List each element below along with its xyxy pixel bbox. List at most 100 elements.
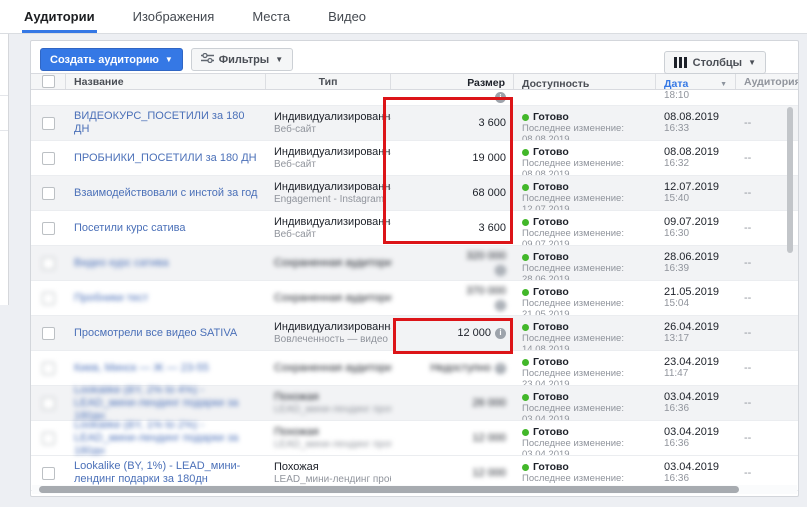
audience-name-link[interactable]: Lookalike (BY, 2% to 4%) - LEAD_мини-лен… bbox=[74, 386, 258, 420]
column-header-type[interactable]: Тип bbox=[266, 74, 391, 89]
status-badge: Готово bbox=[522, 461, 648, 473]
created-time: 15:04 bbox=[664, 298, 690, 309]
last-change-label: Последнее изменение: bbox=[522, 298, 624, 309]
audience-subtype: Веб-сайт bbox=[274, 228, 316, 240]
row-checkbox[interactable] bbox=[42, 186, 55, 200]
status-dot-icon bbox=[522, 358, 529, 366]
info-icon[interactable]: i bbox=[495, 92, 506, 103]
audience-subtype: Веб-сайт bbox=[274, 158, 316, 170]
last-change-label: Последнее изменение: bbox=[522, 228, 624, 239]
last-change-date: 03.04.2019 bbox=[522, 449, 570, 455]
audience-type: Индивидуализированная ... bbox=[274, 180, 391, 193]
status-dot-icon bbox=[522, 393, 529, 401]
audience-name-link[interactable]: Lookalike (BY, 1% to 2%) - LEAD_мини-лен… bbox=[74, 421, 258, 455]
horizontal-scrollbar-thumb[interactable] bbox=[39, 486, 739, 493]
sort-desc-icon[interactable]: ▼ bbox=[720, 81, 727, 88]
last-change-date: 12.07.2019 bbox=[522, 204, 570, 210]
info-icon[interactable]: i bbox=[495, 265, 506, 276]
tab-places[interactable]: Места bbox=[250, 0, 292, 33]
column-header-name[interactable]: Название bbox=[66, 74, 266, 89]
created-date: 21.05.2019 bbox=[664, 286, 720, 298]
created-date: 26.04.2019 bbox=[664, 321, 720, 333]
audience-name-link[interactable]: Посетили курс сатива bbox=[74, 222, 185, 235]
status-badge: Готово bbox=[522, 251, 648, 263]
row-checkbox[interactable] bbox=[42, 291, 55, 305]
table-row: Просмотрели все видео SATIVA Индивидуали… bbox=[31, 316, 798, 351]
row-checkbox[interactable] bbox=[42, 221, 55, 235]
row-checkbox[interactable] bbox=[42, 326, 55, 340]
ads-manager-audiences-page: Аудитории Изображения Места Видео Создат… bbox=[0, 0, 807, 507]
status-dot-icon bbox=[522, 218, 529, 226]
create-audience-label: Создать аудиторию bbox=[50, 53, 159, 66]
audience-name-link[interactable]: Видео курс сатива bbox=[74, 257, 169, 270]
audience-size-value: 12 000 bbox=[472, 431, 506, 444]
select-all-checkbox[interactable] bbox=[41, 75, 55, 88]
column-header-audience[interactable]: Аудитория bbox=[736, 74, 798, 89]
row-checkbox[interactable] bbox=[42, 431, 55, 445]
created-date: 12.07.2019 bbox=[664, 181, 720, 193]
last-change-date: 08.08.2019 bbox=[522, 169, 570, 175]
table-toolbar: Создать аудиторию ▼ Фильтры ▼ Столбцы ▼ bbox=[31, 41, 798, 74]
row-checkbox[interactable] bbox=[42, 256, 55, 270]
status-badge: Готово bbox=[522, 181, 648, 193]
audience-size-value: Недоступно bbox=[430, 361, 491, 374]
status-dot-icon bbox=[522, 113, 529, 121]
audience-name-link[interactable]: Просмотрели все видео SATIVA bbox=[74, 327, 237, 340]
last-change-label: Последнее изменение: bbox=[522, 368, 624, 379]
column-header-date[interactable]: Дата ▼ bbox=[656, 74, 736, 89]
row-checkbox[interactable] bbox=[42, 116, 55, 130]
created-date: 08.08.2019 bbox=[664, 111, 720, 123]
audience-name-link[interactable]: ПРОБНИКИ_ПОСЕТИЛИ за 180 ДН bbox=[74, 152, 257, 165]
created-time: 15:40 bbox=[664, 193, 690, 204]
tab-audiences[interactable]: Аудитории bbox=[22, 0, 97, 33]
created-time: 16:36 bbox=[664, 403, 690, 414]
audience-name-link[interactable]: Lookalike (BY, 1%) - LEAD_мини-лендинг п… bbox=[74, 460, 258, 486]
table-row: Киев, Минск — Ж — 23-55 Сохраненная ауди… bbox=[31, 351, 798, 386]
table-header-row: Название Тип Размер Доступность Дата ▼ А… bbox=[31, 73, 798, 90]
columns-icon bbox=[673, 57, 687, 68]
audience-type: Похожая bbox=[274, 460, 319, 473]
status-dot-icon bbox=[522, 323, 529, 331]
column-header-size[interactable]: Размер bbox=[391, 74, 514, 89]
columns-button[interactable]: Столбцы ▼ bbox=[663, 51, 766, 74]
table-row: Lookalike (BY, 1% to 2%) - LEAD_мини-лен… bbox=[31, 421, 798, 456]
info-icon[interactable]: i bbox=[495, 362, 506, 374]
create-audience-button[interactable]: Создать аудиторию ▼ bbox=[40, 48, 183, 71]
last-change-label: Последнее изменение: bbox=[522, 123, 624, 134]
audience-name-link[interactable]: ВИДЕОКУРС_ПОСЕТИЛИ за 180 ДН bbox=[74, 110, 258, 136]
audience-size-value: 12 000 bbox=[457, 326, 491, 339]
row-checkbox[interactable] bbox=[42, 361, 55, 375]
row-checkbox[interactable] bbox=[42, 466, 55, 480]
tab-videos[interactable]: Видео bbox=[326, 0, 368, 33]
audience-subtype: LEAD_мини-лендинг пробни... bbox=[274, 438, 391, 450]
audience-type: Индивидуализированная ... bbox=[274, 215, 391, 228]
audience-type: Похожая bbox=[274, 390, 319, 403]
row-checkbox[interactable] bbox=[42, 396, 55, 410]
info-icon[interactable]: i bbox=[495, 300, 506, 311]
audience-name-link[interactable]: Киев, Минск — Ж — 23-55 bbox=[74, 362, 209, 375]
table-row: Видео курс сатива Сохраненная аудитория … bbox=[31, 246, 798, 281]
tab-images[interactable]: Изображения bbox=[131, 0, 217, 33]
row-checkbox[interactable] bbox=[42, 151, 55, 165]
audience-size-value: 3 600 bbox=[478, 221, 506, 234]
status-badge: Готово bbox=[522, 146, 648, 158]
filters-button[interactable]: Фильтры ▼ bbox=[190, 48, 294, 71]
vertical-scrollbar[interactable] bbox=[787, 107, 793, 253]
info-icon[interactable]: i bbox=[495, 327, 506, 339]
created-date: 09.07.2019 bbox=[664, 216, 720, 228]
audience-count: -- bbox=[744, 397, 752, 409]
audience-type: Похожая bbox=[274, 425, 319, 438]
created-time: 16:36 bbox=[664, 438, 690, 449]
column-header-availability[interactable]: Доступность bbox=[514, 74, 656, 89]
date-header-label: Дата bbox=[664, 78, 689, 89]
audience-type: Сохраненная аудитория bbox=[274, 361, 391, 374]
last-change-date: 03.04.2019 bbox=[522, 414, 570, 420]
audience-name-link[interactable]: Пробники тест bbox=[74, 292, 148, 305]
audiences-table-card: Создать аудиторию ▼ Фильтры ▼ Столбцы ▼ … bbox=[30, 40, 799, 497]
audience-name-link[interactable]: Взаимодействовали с инстой за год bbox=[74, 187, 257, 200]
chevron-down-icon: ▼ bbox=[164, 54, 173, 64]
audience-size-value: 12 000 bbox=[472, 466, 506, 479]
audience-size-value: 3 600 bbox=[478, 116, 506, 129]
horizontal-scrollbar-track[interactable] bbox=[32, 485, 797, 494]
audience-subtype: Веб-сайт bbox=[274, 123, 316, 135]
